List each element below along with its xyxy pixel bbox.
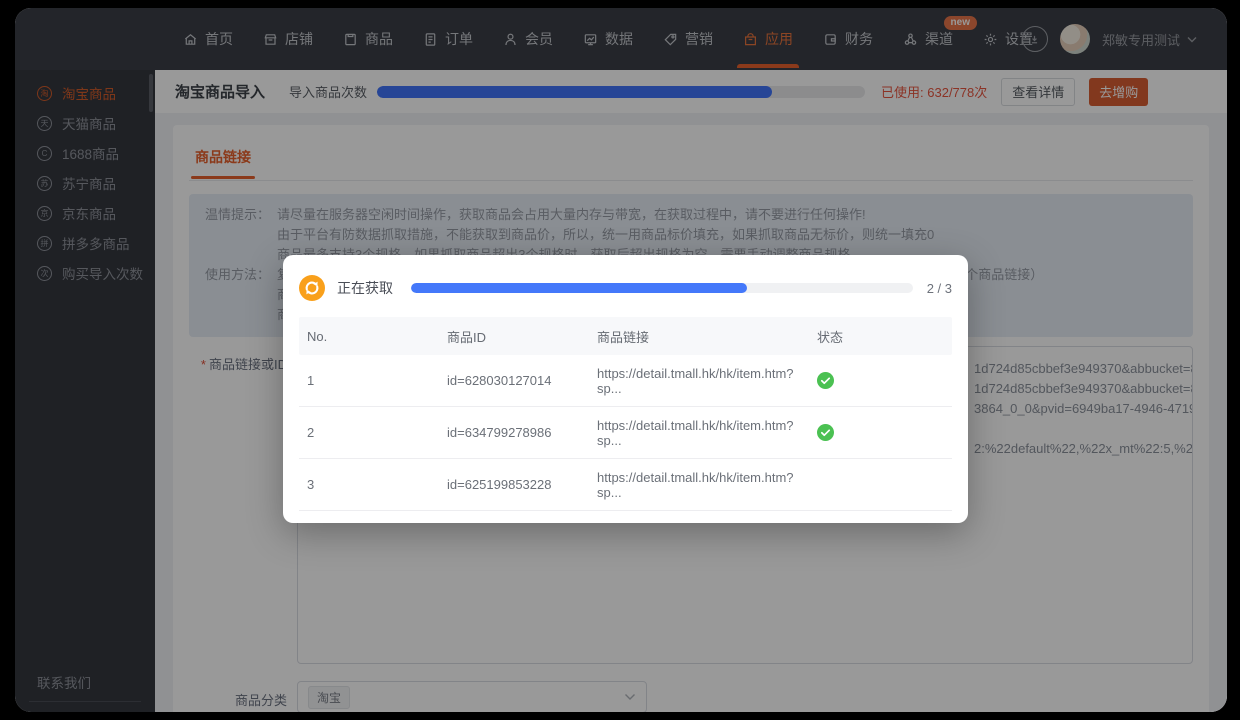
row-product-id: id=625199853228	[447, 477, 597, 492]
fetch-progress-fill	[411, 283, 747, 293]
row-product-id: id=634799278986	[447, 425, 597, 440]
fetch-results-table: No. 商品ID 商品链接 状态 1 id=628030127014 https…	[299, 317, 952, 511]
row-status	[817, 424, 944, 441]
table-row: 3 id=625199853228 https://detail.tmall.h…	[299, 459, 952, 511]
row-link: https://detail.tmall.hk/hk/item.htm?sp..…	[597, 418, 817, 448]
table-row: 2 id=634799278986 https://detail.tmall.h…	[299, 407, 952, 459]
col-header-link: 商品链接	[597, 327, 817, 346]
fetch-progress-modal: 正在获取 2 / 3 No. 商品ID 商品链接 状态 1 id=6280301…	[283, 255, 968, 523]
fetch-status-text: 正在获取	[337, 278, 393, 298]
fetch-progress-count: 2 / 3	[927, 281, 952, 296]
success-check-icon	[817, 424, 834, 441]
table-row: 1 id=628030127014 https://detail.tmall.h…	[299, 355, 952, 407]
sync-icon	[299, 275, 325, 301]
col-header-product-id: 商品ID	[447, 327, 597, 346]
table-header-row: No. 商品ID 商品链接 状态	[299, 317, 952, 355]
success-check-icon	[817, 372, 834, 389]
row-no: 1	[307, 373, 447, 388]
row-product-id: id=628030127014	[447, 373, 597, 388]
row-status	[817, 372, 944, 389]
fetch-progress-bar	[411, 283, 913, 293]
col-header-no: No.	[307, 329, 447, 344]
row-no: 3	[307, 477, 447, 492]
row-link: https://detail.tmall.hk/hk/item.htm?sp..…	[597, 366, 817, 396]
col-header-status: 状态	[817, 327, 944, 346]
row-link: https://detail.tmall.hk/hk/item.htm?sp..…	[597, 470, 817, 500]
row-no: 2	[307, 425, 447, 440]
